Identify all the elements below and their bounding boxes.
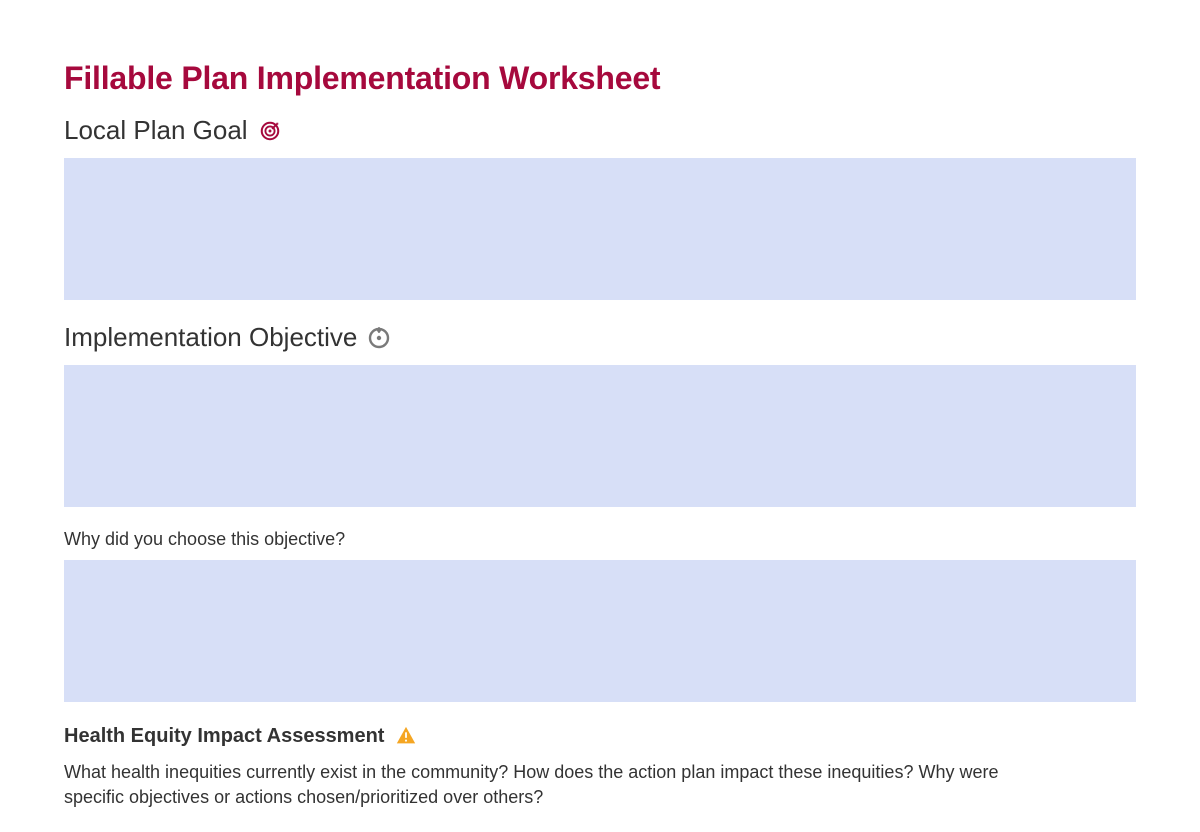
objective-heading-row: Implementation Objective	[64, 322, 1136, 353]
page-title: Fillable Plan Implementation Worksheet	[64, 60, 1136, 97]
objective-input[interactable]	[64, 365, 1136, 507]
target-arrow-icon	[367, 326, 391, 350]
why-question: Why did you choose this objective?	[64, 529, 1136, 550]
goal-heading-row: Local Plan Goal	[64, 115, 1136, 146]
warning-icon	[394, 724, 418, 748]
goal-input[interactable]	[64, 158, 1136, 300]
equity-description: What health inequities currently exist i…	[64, 760, 1044, 810]
section-why: Why did you choose this objective?	[64, 529, 1136, 702]
section-objective: Implementation Objective	[64, 322, 1136, 507]
section-goal: Local Plan Goal	[64, 115, 1136, 300]
equity-heading-row: Health Equity Impact Assessment	[64, 724, 1136, 748]
objective-heading: Implementation Objective	[64, 322, 357, 353]
equity-heading: Health Equity Impact Assessment	[64, 725, 384, 748]
why-input[interactable]	[64, 560, 1136, 702]
section-equity: Health Equity Impact Assessment What hea…	[64, 724, 1136, 810]
bullseye-icon	[258, 119, 282, 143]
goal-heading: Local Plan Goal	[64, 115, 248, 146]
